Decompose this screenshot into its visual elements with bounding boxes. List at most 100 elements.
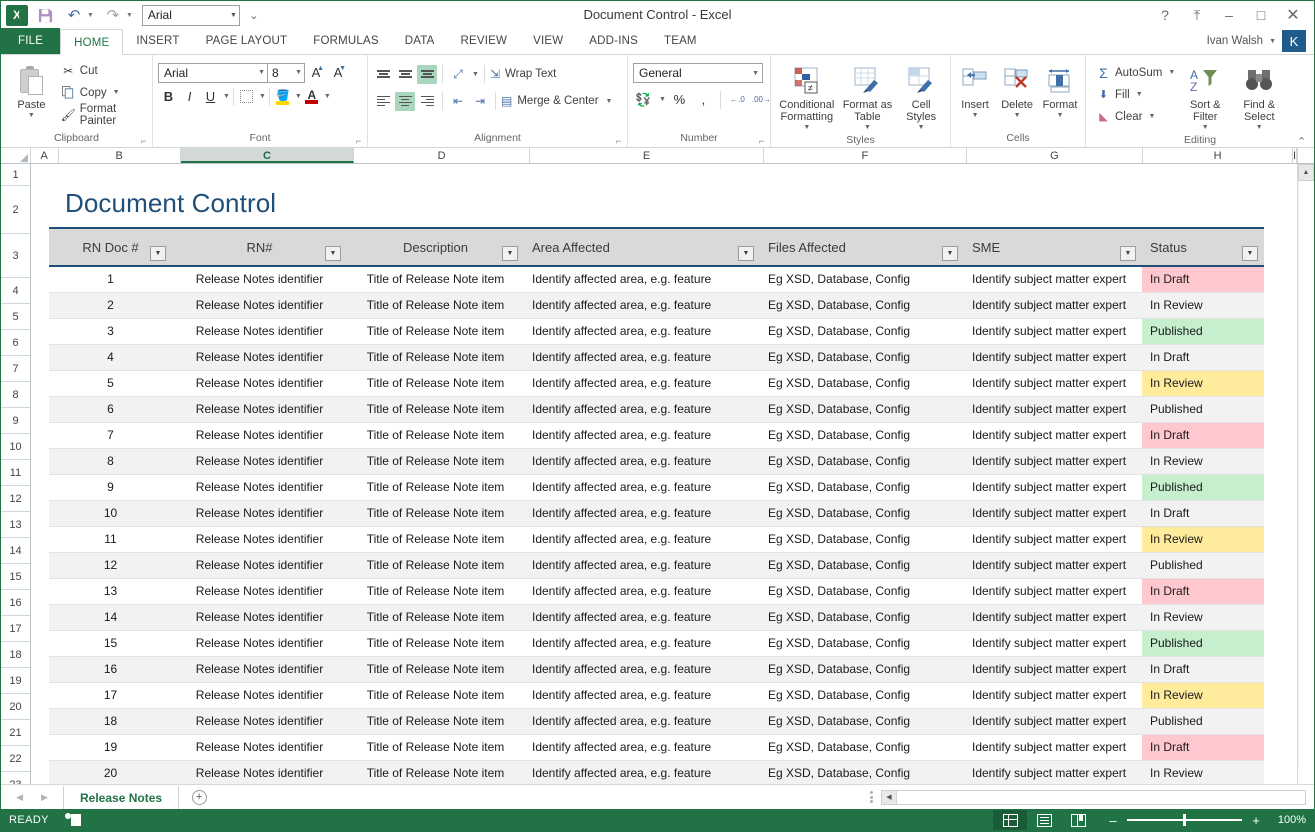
cell-files-affected[interactable]: Eg XSD, Database, Config bbox=[760, 422, 964, 449]
cell-files-affected[interactable]: Eg XSD, Database, Config bbox=[760, 500, 964, 527]
table-row[interactable]: 12 Release Notes identifier Title of Relea… bbox=[49, 552, 1264, 579]
filter-dropdown-icon[interactable]: ▼ bbox=[1242, 246, 1258, 261]
column-description[interactable]: Description ▼ bbox=[347, 227, 524, 267]
cell-files-affected[interactable]: Eg XSD, Database, Config bbox=[760, 344, 964, 371]
find-select-button[interactable]: Find & Select ▼ bbox=[1235, 60, 1283, 134]
cell-sme[interactable]: Identify subject matter expert bbox=[964, 682, 1142, 709]
cell-description[interactable]: Title of Release Note item bbox=[347, 630, 524, 657]
cell-files-affected[interactable]: Eg XSD, Database, Config bbox=[760, 552, 964, 579]
cell-rn-doc-number[interactable]: 13 bbox=[49, 578, 172, 605]
new-sheet-button[interactable]: + bbox=[179, 785, 219, 809]
cell-rn-number[interactable]: Release Notes identifier bbox=[172, 370, 347, 397]
cell-rn-number[interactable]: Release Notes identifier bbox=[172, 396, 347, 423]
column-header-F[interactable]: F bbox=[764, 148, 967, 163]
cell-sme[interactable]: Identify subject matter expert bbox=[964, 656, 1142, 683]
fill-color-button[interactable]: 🪣 bbox=[273, 86, 293, 107]
bold-button[interactable]: B bbox=[158, 86, 179, 107]
percent-style-button[interactable]: % bbox=[669, 89, 690, 110]
cell-description[interactable]: Title of Release Note item bbox=[347, 344, 524, 371]
cell-description[interactable]: Title of Release Note item bbox=[347, 682, 524, 709]
cell-files-affected[interactable]: Eg XSD, Database, Config bbox=[760, 682, 964, 709]
cell-files-affected[interactable]: Eg XSD, Database, Config bbox=[760, 708, 964, 735]
font-name-dropdown-icon[interactable]: ▼ bbox=[258, 69, 265, 76]
undo-icon[interactable]: ↶ bbox=[62, 4, 86, 26]
row-header-18[interactable]: 18 bbox=[1, 642, 30, 668]
delete-cells-button[interactable]: Delete ▼ bbox=[997, 60, 1037, 122]
cell-description[interactable]: Title of Release Note item bbox=[347, 760, 524, 784]
cell-files-affected[interactable]: Eg XSD, Database, Config bbox=[760, 760, 964, 784]
cell-rn-doc-number[interactable]: 2 bbox=[49, 292, 172, 319]
format-as-table-dropdown-icon[interactable]: ▼ bbox=[840, 122, 896, 134]
quick-font-dropdown-icon[interactable]: ▼ bbox=[230, 12, 237, 19]
cell-rn-number[interactable]: Release Notes identifier bbox=[172, 760, 347, 784]
cell-area-affected[interactable]: Identify affected area, e.g. feature bbox=[524, 292, 760, 319]
vertical-scrollbar[interactable]: ▲ bbox=[1297, 164, 1314, 784]
select-all-corner[interactable] bbox=[1, 148, 31, 163]
borders-button[interactable] bbox=[237, 87, 257, 106]
column-header-D[interactable]: D bbox=[354, 148, 530, 163]
cell-area-affected[interactable]: Identify affected area, e.g. feature bbox=[524, 422, 760, 449]
underline-button[interactable]: U bbox=[200, 86, 221, 107]
cell-description[interactable]: Title of Release Note item bbox=[347, 266, 524, 293]
table-row[interactable]: 3 Release Notes identifier Title of Releas… bbox=[49, 318, 1264, 345]
cell-files-affected[interactable]: Eg XSD, Database, Config bbox=[760, 474, 964, 501]
cell-sme[interactable]: Identify subject matter expert bbox=[964, 266, 1142, 293]
next-sheet-icon[interactable]: ▶ bbox=[41, 792, 48, 803]
cell-files-affected[interactable]: Eg XSD, Database, Config bbox=[760, 370, 964, 397]
column-header-A[interactable]: A bbox=[30, 148, 59, 163]
status-badge[interactable]: Published bbox=[1142, 552, 1264, 579]
row-header-11[interactable]: 11 bbox=[1, 460, 30, 486]
row-header-9[interactable]: 9 bbox=[1, 408, 30, 434]
customize-quick-access-icon[interactable]: ⌄ bbox=[245, 4, 263, 26]
cell-files-affected[interactable]: Eg XSD, Database, Config bbox=[760, 396, 964, 423]
row-header-6[interactable]: 6 bbox=[1, 330, 30, 356]
cell-description[interactable]: Title of Release Note item bbox=[347, 396, 524, 423]
cell-description[interactable]: Title of Release Note item bbox=[347, 370, 524, 397]
orientation-dropdown-icon[interactable]: ▼ bbox=[472, 71, 479, 78]
increase-indent-button[interactable]: ⇥ bbox=[470, 92, 490, 111]
cell-rn-doc-number[interactable]: 16 bbox=[49, 656, 172, 683]
table-row[interactable]: 15 Release Notes identifier Title of Relea… bbox=[49, 630, 1264, 657]
decrease-indent-button[interactable]: ⇤ bbox=[448, 92, 468, 111]
increase-font-size-button[interactable]: A ▲ bbox=[305, 62, 327, 83]
page-layout-view-button[interactable] bbox=[1027, 810, 1061, 830]
format-cells-button[interactable]: Format ▼ bbox=[1040, 60, 1080, 122]
font-color-button[interactable]: A bbox=[302, 86, 322, 107]
cell-sme[interactable]: Identify subject matter expert bbox=[964, 760, 1142, 784]
table-row[interactable]: 10 Release Notes identifier Title of Relea… bbox=[49, 500, 1264, 527]
cell-sme[interactable]: Identify subject matter expert bbox=[964, 292, 1142, 319]
autosum-dropdown-icon[interactable]: ▼ bbox=[1168, 69, 1175, 76]
cell-files-affected[interactable]: Eg XSD, Database, Config bbox=[760, 604, 964, 631]
cell-files-affected[interactable]: Eg XSD, Database, Config bbox=[760, 266, 964, 293]
cell-rn-doc-number[interactable]: 3 bbox=[49, 318, 172, 345]
align-left-button[interactable] bbox=[373, 92, 393, 111]
cell-area-affected[interactable]: Identify affected area, e.g. feature bbox=[524, 370, 760, 397]
cell-area-affected[interactable]: Identify affected area, e.g. feature bbox=[524, 734, 760, 761]
cell-files-affected[interactable]: Eg XSD, Database, Config bbox=[760, 448, 964, 475]
cell-description[interactable]: Title of Release Note item bbox=[347, 578, 524, 605]
table-row[interactable]: 9 Release Notes identifier Title of Releas… bbox=[49, 474, 1264, 501]
cell-rn-doc-number[interactable]: 1 bbox=[49, 266, 172, 293]
quick-font-name-box[interactable]: Arial ▼ bbox=[141, 4, 240, 26]
cell-description[interactable]: Title of Release Note item bbox=[347, 604, 524, 631]
cell-area-affected[interactable]: Identify affected area, e.g. feature bbox=[524, 474, 760, 501]
table-row[interactable]: 5 Release Notes identifier Title of Releas… bbox=[49, 370, 1264, 397]
cell-area-affected[interactable]: Identify affected area, e.g. feature bbox=[524, 526, 760, 553]
fill-dropdown-icon[interactable]: ▼ bbox=[1136, 91, 1143, 98]
account-name[interactable]: Ivan Walsh bbox=[1207, 35, 1263, 47]
row-header-1[interactable]: 1 bbox=[1, 164, 30, 186]
cell-area-affected[interactable]: Identify affected area, e.g. feature bbox=[524, 318, 760, 345]
accounting-dropdown-icon[interactable]: ▼ bbox=[659, 96, 666, 103]
row-header-12[interactable]: 12 bbox=[1, 486, 30, 512]
status-badge[interactable]: In Draft bbox=[1142, 734, 1264, 761]
clipboard-dialog-launcher-icon[interactable]: ⌐ bbox=[139, 137, 148, 146]
redo-dropdown-icon[interactable]: ▼ bbox=[126, 12, 135, 19]
status-badge[interactable]: Published bbox=[1142, 474, 1264, 501]
cell-rn-doc-number[interactable]: 14 bbox=[49, 604, 172, 631]
maximize-icon[interactable]: □ bbox=[1246, 3, 1276, 27]
cell-rn-number[interactable]: Release Notes identifier bbox=[172, 630, 347, 657]
cell-rn-number[interactable]: Release Notes identifier bbox=[172, 292, 347, 319]
increase-decimal-button[interactable]: ←.0 bbox=[727, 89, 748, 110]
status-badge[interactable]: Published bbox=[1142, 630, 1264, 657]
zoom-in-button[interactable]: + bbox=[1250, 813, 1262, 828]
